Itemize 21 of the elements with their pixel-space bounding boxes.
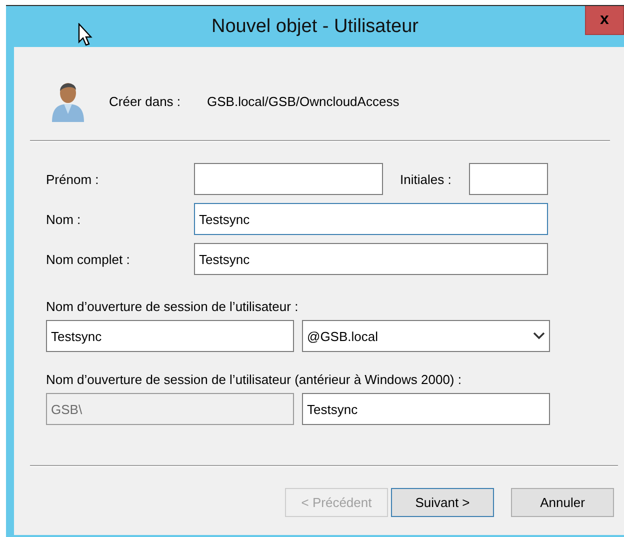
field-label: Nom : — [46, 212, 82, 226]
field-label: Nom d’ouverture de session de l’utilisateur (antérieur à Windows 2000) : — [46, 372, 462, 389]
initials-field[interactable] — [469, 163, 548, 195]
location-path: GSB.local/GSB/OwncloudAccess — [207, 94, 400, 108]
logon-name-field[interactable]: Testsync — [302, 393, 550, 425]
full-name-field[interactable]: Testsync — [194, 243, 548, 275]
cursor-icon — [78, 23, 94, 47]
wizard-button[interactable]: Annuler — [511, 488, 614, 517]
last-name-field[interactable]: Testsync — [194, 203, 548, 235]
field-label: Nom complet : — [46, 252, 131, 266]
field-label: Nom d’ouverture de session de l’utilisateur : — [46, 299, 300, 316]
location-label: Créer dans : — [109, 94, 182, 108]
wizard-button[interactable]: Suivant > — [391, 488, 494, 517]
window-title: Nouvel objet - Utilisateur — [212, 16, 418, 38]
first-name-field[interactable] — [194, 163, 383, 195]
close-button[interactable]: x — [585, 6, 624, 35]
logon-name-field[interactable]: Testsync — [46, 320, 294, 352]
domain-dropdown[interactable]: @GSB.local — [302, 320, 550, 352]
field-label: Prénom : — [46, 172, 100, 186]
caret-icon — [533, 332, 545, 340]
field-label: Initiales : — [400, 172, 452, 186]
